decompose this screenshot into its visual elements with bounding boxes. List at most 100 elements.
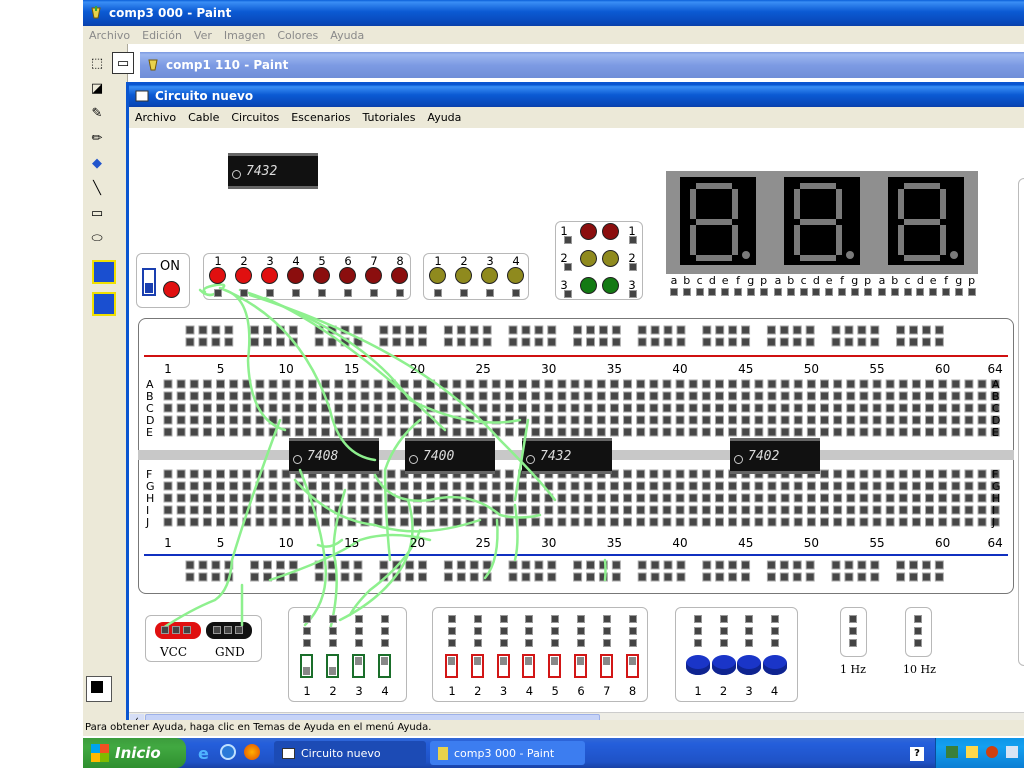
pin-hole[interactable] xyxy=(694,615,702,623)
pin-hole[interactable] xyxy=(448,627,456,635)
menu-archivo[interactable]: Archivo xyxy=(83,29,136,42)
pin-hole[interactable] xyxy=(214,289,222,297)
paint-back-titlebar[interactable]: comp3 000 - Paint xyxy=(83,0,1024,26)
rectangle-icon[interactable]: ▭ xyxy=(86,202,108,224)
pin-hole[interactable] xyxy=(525,627,534,635)
clock-pin[interactable] xyxy=(849,639,857,647)
menu-ayuda[interactable]: Ayuda xyxy=(421,111,467,124)
clock-pin[interactable] xyxy=(914,639,922,647)
ie-icon[interactable]: e xyxy=(198,744,209,763)
pin-hole[interactable] xyxy=(602,639,611,647)
line-icon[interactable]: ╲ xyxy=(86,177,108,199)
pin-hole[interactable] xyxy=(734,288,742,296)
pin-hole[interactable] xyxy=(878,288,886,296)
menu-imagen[interactable]: Imagen xyxy=(218,29,271,42)
pin-hole[interactable] xyxy=(473,615,482,623)
pin-hole[interactable] xyxy=(770,639,779,647)
gnd-hole[interactable] xyxy=(213,626,221,634)
menu-ayuda[interactable]: Ayuda xyxy=(324,29,370,42)
pin-hole[interactable] xyxy=(850,288,859,296)
pin-hole[interactable] xyxy=(303,639,311,647)
pin-hole[interactable] xyxy=(721,288,730,296)
pin-hole[interactable] xyxy=(551,627,560,635)
toggle-switch[interactable] xyxy=(300,654,313,678)
pin-hole[interactable] xyxy=(745,615,753,623)
pin-hole[interactable] xyxy=(629,236,637,244)
pin-hole[interactable] xyxy=(564,290,572,298)
push-button[interactable] xyxy=(711,655,736,675)
pencil-icon[interactable]: ✏ xyxy=(86,127,108,149)
pin-hole[interactable] xyxy=(525,615,534,623)
tray-app-icon[interactable] xyxy=(946,746,958,758)
chip-7432[interactable]: 7432 xyxy=(522,438,612,474)
toggle-switch[interactable] xyxy=(548,654,562,678)
explorer-icon[interactable] xyxy=(220,744,236,760)
pin-hole[interactable] xyxy=(838,288,846,296)
pin-hole[interactable] xyxy=(942,288,950,296)
toggle-switch[interactable] xyxy=(625,654,639,678)
pin-hole[interactable] xyxy=(786,288,795,296)
pin-hole[interactable] xyxy=(486,289,494,297)
tray-network-icon[interactable] xyxy=(966,746,978,758)
free-select-icon[interactable]: ⬚ xyxy=(86,52,108,74)
menu-ver[interactable]: Ver xyxy=(188,29,218,42)
gnd-hole[interactable] xyxy=(235,626,243,634)
gnd-hole[interactable] xyxy=(224,626,232,634)
start-button[interactable]: Inicio xyxy=(83,738,186,768)
push-button[interactable] xyxy=(762,655,787,675)
clock-pin[interactable] xyxy=(849,615,857,623)
pin-hole[interactable] xyxy=(303,627,311,635)
pin-hole[interactable] xyxy=(499,639,508,647)
pin-hole[interactable] xyxy=(628,639,637,647)
pin-hole[interactable] xyxy=(499,615,508,623)
menu-cable[interactable]: Cable xyxy=(182,111,225,124)
pin-hole[interactable] xyxy=(863,288,872,296)
pin-hole[interactable] xyxy=(266,289,274,297)
pin-hole[interactable] xyxy=(682,288,691,296)
fill-icon[interactable]: ◆ xyxy=(86,152,108,174)
clock-pin[interactable] xyxy=(849,627,857,635)
pin-hole[interactable] xyxy=(770,627,779,635)
push-button[interactable] xyxy=(737,655,761,675)
clock-pin[interactable] xyxy=(914,627,922,635)
pin-hole[interactable] xyxy=(967,288,976,296)
color-swatch[interactable] xyxy=(86,676,112,702)
menu-tutoriales[interactable]: Tutoriales xyxy=(356,111,421,124)
pin-hole[interactable] xyxy=(695,288,704,296)
pin-hole[interactable] xyxy=(628,615,637,623)
pin-hole[interactable] xyxy=(318,289,326,297)
pin-hole[interactable] xyxy=(355,615,363,623)
menu-edicion[interactable]: Edición xyxy=(136,29,188,42)
pin-hole[interactable] xyxy=(577,639,585,647)
pin-hole[interactable] xyxy=(628,627,637,635)
chip-7408[interactable]: 7408 xyxy=(289,438,379,474)
pin-hole[interactable] xyxy=(903,288,912,296)
app-shortcut-icon[interactable] xyxy=(92,260,116,284)
pin-hole[interactable] xyxy=(745,627,753,635)
pin-hole[interactable] xyxy=(355,639,363,647)
tray-security-icon[interactable] xyxy=(986,746,998,758)
toggle-switch[interactable] xyxy=(326,654,339,678)
eraser-icon[interactable]: ◪ xyxy=(86,77,108,99)
vcc-hole[interactable] xyxy=(161,626,169,634)
pin-hole[interactable] xyxy=(370,289,378,297)
rect-select-icon[interactable]: ▭ xyxy=(112,52,134,74)
toggle-switch[interactable] xyxy=(470,654,484,678)
pin-hole[interactable] xyxy=(799,288,808,296)
pin-hole[interactable] xyxy=(329,615,337,623)
pin-hole[interactable] xyxy=(448,615,456,623)
pin-hole[interactable] xyxy=(396,289,404,297)
ellipse-icon[interactable]: ⬭ xyxy=(86,227,108,249)
pin-hole[interactable] xyxy=(670,288,678,296)
pin-hole[interactable] xyxy=(303,615,311,623)
pin-hole[interactable] xyxy=(602,615,611,623)
chip-7402[interactable]: 7402 xyxy=(730,438,820,474)
app-shortcut-icon-2[interactable] xyxy=(92,292,116,316)
pin-hole[interactable] xyxy=(602,627,611,635)
pin-hole[interactable] xyxy=(577,615,585,623)
pin-hole[interactable] xyxy=(745,639,753,647)
menu-circuitos[interactable]: Circuitos xyxy=(225,111,285,124)
pin-hole[interactable] xyxy=(292,289,300,297)
pin-hole[interactable] xyxy=(629,263,637,271)
firefox-icon[interactable] xyxy=(244,744,260,760)
